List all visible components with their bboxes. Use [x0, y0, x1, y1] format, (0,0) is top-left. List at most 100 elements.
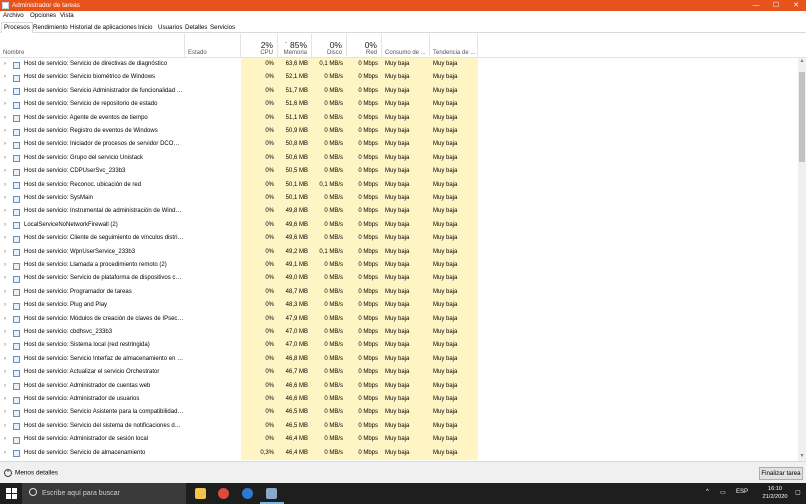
process-row[interactable]: › Host de servicio: Agente de eventos de … [0, 111, 798, 125]
expand-chevron-icon[interactable]: › [4, 420, 6, 433]
col-memoria[interactable]: 85% Memoria [278, 34, 312, 58]
chrome-icon[interactable] [218, 488, 229, 499]
network-icon[interactable]: ▭ [720, 489, 726, 496]
process-row[interactable]: › Host de servicio: Administrador de cuen… [0, 379, 798, 393]
col-cpu[interactable]: 2% CPU [241, 34, 278, 58]
process-row[interactable]: › Host de servicio: Actualizar el servici… [0, 366, 798, 380]
language-indicator[interactable]: ESP [736, 489, 748, 495]
expand-chevron-icon[interactable]: › [4, 219, 6, 232]
expand-chevron-icon[interactable]: › [4, 380, 6, 393]
expand-chevron-icon[interactable]: › [4, 339, 6, 352]
process-row[interactable]: › Host de servicio: Servicio Interfaz de … [0, 352, 798, 367]
expand-chevron-icon[interactable]: › [4, 71, 6, 84]
expand-chevron-icon[interactable]: › [4, 98, 6, 111]
expand-chevron-icon[interactable]: › [4, 165, 6, 178]
process-row[interactable]: › Host de servicio: Programador de tareas… [0, 285, 798, 300]
scroll-up-icon[interactable]: ▲ [798, 58, 806, 66]
menu-archivo[interactable]: Archivo [3, 12, 24, 19]
expand-chevron-icon[interactable]: › [4, 58, 6, 71]
windows-start-icon[interactable] [6, 488, 17, 499]
maximize-button[interactable]: ☐ [766, 0, 786, 11]
expand-chevron-icon[interactable]: › [4, 313, 6, 326]
expand-chevron-icon[interactable]: › [4, 326, 6, 339]
process-row[interactable]: › Host de servicio: Registro de eventos d… [0, 125, 798, 139]
process-row[interactable]: › Host de servicio: Servicio Administrado… [0, 84, 798, 99]
tab-rendimiento[interactable]: Rendimiento [30, 22, 71, 33]
col-disco[interactable]: 0% Disco [312, 34, 347, 58]
expand-chevron-icon[interactable]: › [4, 125, 6, 138]
expand-chevron-icon[interactable]: › [4, 286, 6, 299]
process-row[interactable]: › Host de servicio: Plug and Play 0% 48,3 M… [0, 299, 798, 313]
expand-chevron-icon[interactable]: › [4, 205, 6, 218]
col-tendencia[interactable]: Tendencia de ... [430, 34, 478, 58]
process-row[interactable]: › Host de servicio: SysMain 0% 50,1 MB 0 MB/… [0, 192, 798, 206]
tab-procesos[interactable]: Procesos [1, 22, 33, 33]
expand-chevron-icon[interactable]: › [4, 353, 6, 366]
expand-chevron-icon[interactable]: › [4, 433, 6, 446]
expand-chevron-icon[interactable]: › [4, 447, 6, 460]
process-row[interactable]: › LocalServiceNoNetworkFirewall (2) 0% 49,6… [0, 218, 798, 233]
process-row[interactable]: › Host de servicio: Administrador de sesi… [0, 433, 798, 447]
process-row[interactable]: › Host de servicio: cbdhsvc_233b3 0% 47,0 M… [0, 326, 798, 340]
menu-opciones[interactable]: Opciones [30, 12, 56, 19]
vertical-scrollbar[interactable]: ▲ ▼ [798, 58, 806, 461]
fewer-details-link[interactable]: ^ Menos detalles [4, 469, 58, 477]
menu-vista[interactable]: Vista [60, 12, 74, 19]
power-trend-cell: Muy baja [430, 446, 478, 460]
expand-chevron-icon[interactable]: › [4, 259, 6, 272]
title-bar[interactable]: Administrador de tareas — ☐ ✕ [0, 0, 806, 11]
expand-chevron-icon[interactable]: › [4, 152, 6, 165]
expand-chevron-icon[interactable]: › [4, 85, 6, 98]
tab-inicio[interactable]: Inicio [135, 22, 155, 33]
process-row[interactable]: › Host de servicio: Servicio Asistente pa… [0, 406, 798, 420]
notifications-icon[interactable]: ▢ [795, 489, 801, 496]
process-row[interactable]: › Host de servicio: Iniciador de procesos… [0, 138, 798, 152]
process-row[interactable]: › Host de servicio: Reconoc. ubicación de… [0, 178, 798, 192]
expand-chevron-icon[interactable]: › [4, 138, 6, 151]
process-row[interactable]: › Host de servicio: Instrumental de admin… [0, 205, 798, 219]
scroll-thumb[interactable] [799, 72, 805, 162]
close-button[interactable]: ✕ [786, 0, 806, 11]
expand-chevron-icon[interactable]: › [4, 192, 6, 205]
process-row[interactable]: › Host de servicio: Módulos de creación d… [0, 312, 798, 326]
scroll-down-icon[interactable]: ▼ [798, 453, 806, 461]
expand-chevron-icon[interactable]: › [4, 246, 6, 259]
expand-chevron-icon[interactable]: › [4, 112, 6, 125]
tab-historial[interactable]: Historial de aplicaciones [67, 22, 140, 33]
task-manager-taskbar-icon[interactable] [266, 488, 277, 499]
col-estado[interactable]: Estado [185, 34, 241, 58]
process-row[interactable]: › Host de servicio: CDPUserSvc_233b3 0% 50,… [0, 165, 798, 179]
expand-chevron-icon[interactable]: › [4, 366, 6, 379]
col-red[interactable]: 0% Red [347, 34, 382, 58]
file-explorer-icon[interactable] [195, 488, 206, 499]
tab-servicios[interactable]: Servicios [207, 22, 238, 33]
col-nombre[interactable]: Nombre [0, 34, 185, 58]
process-row[interactable]: › Host de servicio: Cliente de seguimient… [0, 232, 798, 246]
expand-chevron-icon[interactable]: › [4, 393, 6, 406]
expand-chevron-icon[interactable]: › [4, 232, 6, 245]
col-consumo[interactable]: Consumo de ... [382, 34, 430, 58]
process-row[interactable]: › Host de servicio: Sistema local (red re… [0, 339, 798, 353]
process-row[interactable]: › Host de servicio: Servicio de repositor… [0, 98, 798, 112]
process-row[interactable]: › Host de servicio: Servicio del sistema … [0, 419, 798, 434]
process-row[interactable]: › Host de servicio: Llamada a procedimien… [0, 259, 798, 273]
clock[interactable]: 16:10 21/2/2020 [760, 486, 790, 501]
power-cell: Muy baja [382, 58, 430, 72]
process-row[interactable]: › Host de servicio: Servicio de directiva… [0, 58, 798, 72]
process-row[interactable]: › Host de servicio: Servicio biométrico d… [0, 71, 798, 85]
minimize-button[interactable]: — [746, 0, 766, 11]
expand-chevron-icon[interactable]: › [4, 179, 6, 192]
end-task-button[interactable]: Finalizar tarea [759, 467, 803, 480]
taskbar-search-box[interactable]: Escribe aquí para buscar [22, 483, 186, 504]
process-row[interactable]: › Host de servicio: Grupo del servicio Un… [0, 151, 798, 166]
process-row[interactable]: › Host de servicio: WpnUserService_233b3 0… [0, 245, 798, 259]
expand-chevron-icon[interactable]: › [4, 406, 6, 419]
edge-icon[interactable] [242, 488, 253, 499]
expand-chevron-icon[interactable]: › [4, 299, 6, 312]
process-row[interactable]: › Host de servicio: Servicio de plataform… [0, 272, 798, 286]
expand-chevron-icon[interactable]: › [4, 272, 6, 285]
tray-chevron-icon[interactable]: ^ [706, 489, 709, 495]
process-row[interactable]: › Host de servicio: Servicio de almacenam… [0, 446, 798, 460]
process-row[interactable]: › Host de servicio: Administrador de usua… [0, 393, 798, 407]
tab-usuarios[interactable]: Usuarios [155, 22, 185, 33]
